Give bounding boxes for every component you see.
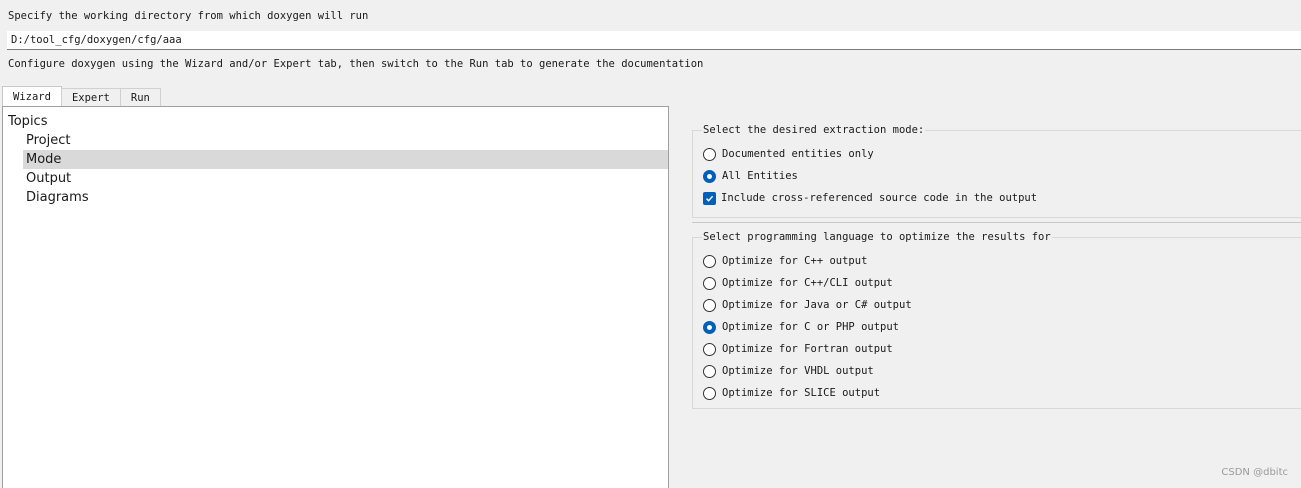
radio-java-csharp[interactable]: Optimize for Java or C# output [703,296,912,314]
radio-unchecked-icon[interactable] [703,147,716,161]
language-title: Select programming language to optimize … [702,231,1052,243]
radio-unchecked-icon[interactable] [703,386,716,400]
configure-label: Configure doxygen using the Wizard and/o… [8,58,704,70]
radio-label: Documented entities only [722,148,874,160]
tree-item-diagrams[interactable]: Diagrams [23,188,668,207]
radio-label: Optimize for SLICE output [722,387,881,399]
tab-bar: Wizard Expert Run [2,86,161,107]
radio-vhdl[interactable]: Optimize for VHDL output [703,362,874,380]
radio-label: Optimize for VHDL output [722,365,874,377]
extraction-mode-title: Select the desired extraction mode: [702,124,926,136]
radio-label: Optimize for C or PHP output [722,321,900,333]
radio-checked-icon[interactable] [703,169,716,183]
tree-item-mode[interactable]: Mode [23,150,668,169]
tab-expert[interactable]: Expert [60,88,121,107]
radio-c-php[interactable]: Optimize for C or PHP output [703,318,899,336]
radio-unchecked-icon[interactable] [703,364,716,378]
tab-wizard[interactable]: Wizard [2,86,62,107]
topics-panel: Topics Project Mode Output Diagrams [2,106,669,488]
radio-all-entities[interactable]: All Entities [703,167,798,185]
radio-unchecked-icon[interactable] [703,298,716,312]
radio-unchecked-icon[interactable] [703,342,716,356]
radio-checked-icon[interactable] [703,320,716,334]
watermark: CSDN @dbitc [1221,467,1288,478]
radio-cpp-cli[interactable]: Optimize for C++/CLI output [703,274,893,292]
tree-item-project[interactable]: Project [23,131,668,150]
checkmark-icon[interactable] [703,191,716,205]
radio-documented-entities[interactable]: Documented entities only [703,145,874,163]
language-group: Select programming language to optimize … [692,231,1301,409]
workdir-input[interactable] [7,31,1301,50]
radio-fortran[interactable]: Optimize for Fortran output [703,340,893,358]
topics-tree: Topics Project Mode Output Diagrams [3,107,668,207]
radio-label: Optimize for C++ output [722,255,868,267]
mode-settings-panel: Select the desired extraction mode: Docu… [673,106,1301,488]
radio-label: Optimize for Java or C# output [722,299,912,311]
checkbox-cross-referenced[interactable]: Include cross-referenced source code in … [703,189,1037,207]
radio-cpp[interactable]: Optimize for C++ output [703,252,867,270]
radio-slice[interactable]: Optimize for SLICE output [703,384,880,402]
radio-label: Optimize for C++/CLI output [722,277,893,289]
radio-label: All Entities [722,170,798,182]
tree-root-topics[interactable]: Topics [3,112,668,131]
extraction-mode-group: Select the desired extraction mode: Docu… [692,124,1301,218]
workdir-label: Specify the working directory from which… [8,10,369,22]
tab-run[interactable]: Run [119,88,161,107]
radio-label: Optimize for Fortran output [722,343,893,355]
radio-unchecked-icon[interactable] [703,254,716,268]
radio-unchecked-icon[interactable] [703,276,716,290]
checkbox-label: Include cross-referenced source code in … [721,192,1038,204]
group-divider [692,222,1301,223]
tree-item-output[interactable]: Output [23,169,668,188]
